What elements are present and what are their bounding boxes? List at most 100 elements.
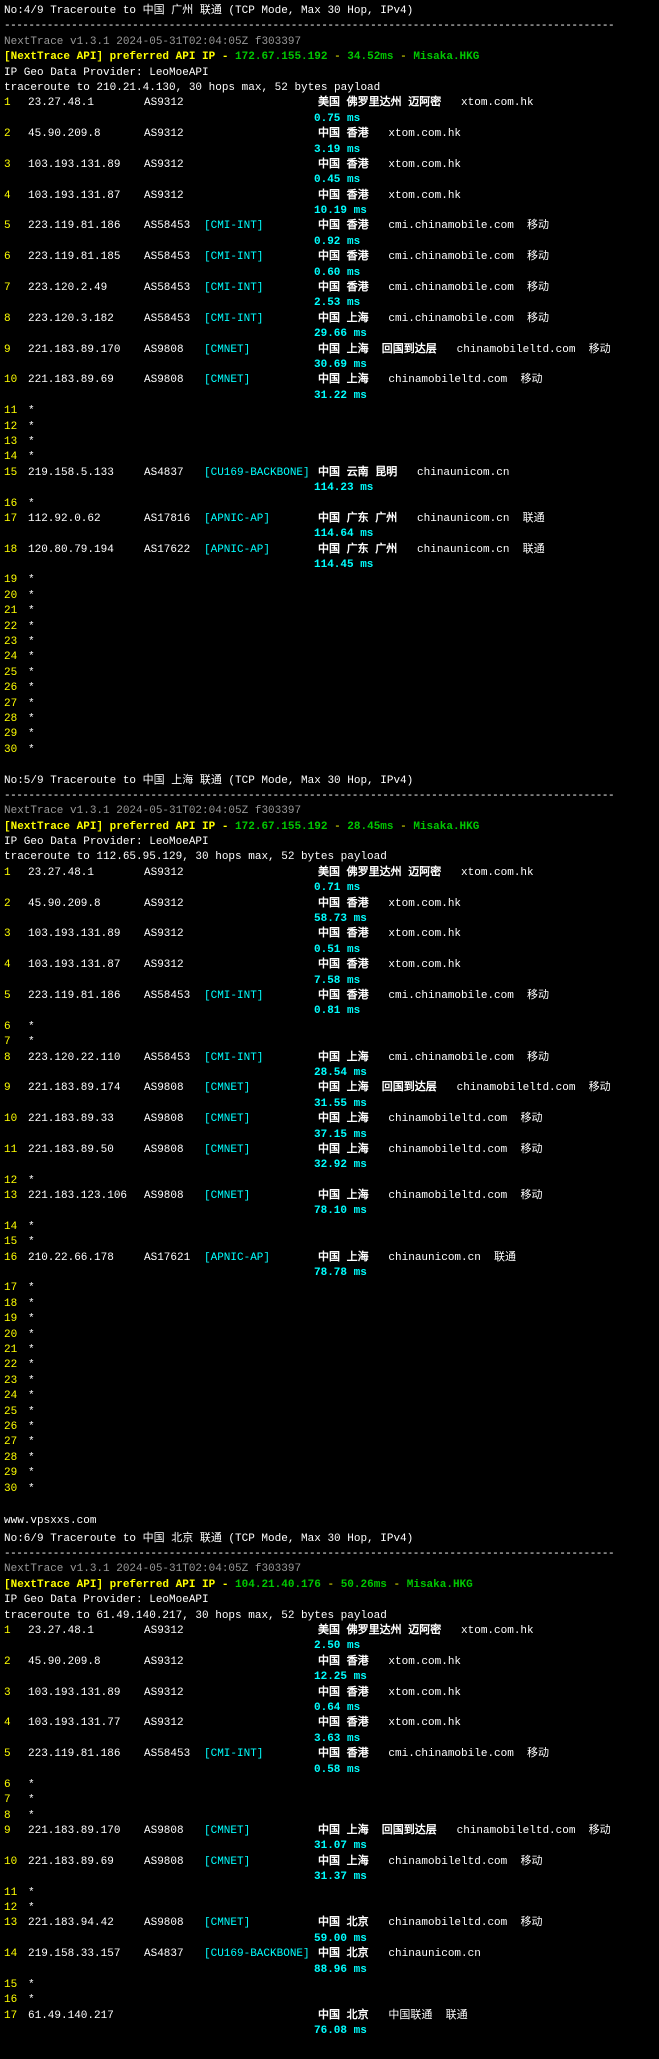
hop-row: 14219.158.33.157AS4837[CU169-BACKBONE]中国… xyxy=(4,1947,655,1962)
hop-latency: 31.37 ms xyxy=(4,1870,655,1885)
hop-latency: 0.64 ms xyxy=(4,1701,655,1716)
trace-target: traceroute to 210.21.4.130, 30 hops max,… xyxy=(4,81,655,96)
hop-row: 3103.193.131.89AS9312中国 香港 xtom.com.hk xyxy=(4,158,655,173)
hop-timeout: 28* xyxy=(4,712,655,727)
hop-timeout: 26* xyxy=(4,1420,655,1435)
hop-latency: 31.07 ms xyxy=(4,1839,655,1854)
hop-row: 8223.120.22.110AS58453[CMI-INT]中国 上海 cmi… xyxy=(4,1051,655,1066)
hop-timeout: 6* xyxy=(4,1778,655,1793)
hop-timeout: 16* xyxy=(4,497,655,512)
geo-provider: IP Geo Data Provider: LeoMoeAPI xyxy=(4,66,655,81)
hop-latency: 7.58 ms xyxy=(4,974,655,989)
api-line: [NextTrace API] preferred API IP - 172.6… xyxy=(4,50,655,65)
hop-timeout: 7* xyxy=(4,1793,655,1808)
hop-row: 5223.119.81.186AS58453[CMI-INT]中国 香港 cmi… xyxy=(4,989,655,1004)
trace-target: traceroute to 61.49.140.217, 30 hops max… xyxy=(4,1609,655,1624)
hop-row: 123.27.48.1AS9312美国 佛罗里达州 迈阿密 xtom.com.h… xyxy=(4,1624,655,1639)
hop-timeout: 27* xyxy=(4,1435,655,1450)
hop-row: 123.27.48.1AS9312美国 佛罗里达州 迈阿密 xtom.com.h… xyxy=(4,866,655,881)
hop-timeout: 12* xyxy=(4,420,655,435)
hop-timeout: 19* xyxy=(4,573,655,588)
hop-row: 8223.120.3.182AS58453[CMI-INT]中国 上海 cmi.… xyxy=(4,312,655,327)
hop-timeout: 20* xyxy=(4,1328,655,1343)
blank-line xyxy=(4,1497,655,1512)
hop-row: 10221.183.89.33AS9808[CMNET]中国 上海 chinam… xyxy=(4,1112,655,1127)
hop-row: 9221.183.89.170AS9808[CMNET]中国 上海 回国到达层 … xyxy=(4,343,655,358)
hop-latency: 30.69 ms xyxy=(4,358,655,373)
hop-row: 13221.183.94.42AS9808[CMNET]中国 北京 chinam… xyxy=(4,1916,655,1931)
hop-timeout: 30* xyxy=(4,1482,655,1497)
hop-row: 13221.183.123.106AS9808[CMNET]中国 上海 chin… xyxy=(4,1189,655,1204)
watermark-text: www.vpsxxs.com xyxy=(4,1512,655,1531)
hop-latency: 114.64 ms xyxy=(4,527,655,542)
hop-latency: 28.54 ms xyxy=(4,1066,655,1081)
hop-latency: 3.19 ms xyxy=(4,143,655,158)
hop-timeout: 20* xyxy=(4,589,655,604)
hop-latency: 2.53 ms xyxy=(4,296,655,311)
hop-timeout: 23* xyxy=(4,635,655,650)
hop-latency: 3.63 ms xyxy=(4,1732,655,1747)
hop-timeout: 29* xyxy=(4,727,655,742)
hop-row: 4103.193.131.87AS9312中国 香港 xtom.com.hk xyxy=(4,958,655,973)
hop-row: 17112.92.0.62AS17816[APNIC-AP]中国 广东 广州 c… xyxy=(4,512,655,527)
hop-timeout: 17* xyxy=(4,1281,655,1296)
hop-latency: 114.23 ms xyxy=(4,481,655,496)
hop-latency: 78.78 ms xyxy=(4,1266,655,1281)
hop-latency: 12.25 ms xyxy=(4,1670,655,1685)
hop-timeout: 11* xyxy=(4,1886,655,1901)
hop-row: 9221.183.89.170AS9808[CMNET]中国 上海 回国到达层 … xyxy=(4,1824,655,1839)
hop-timeout: 25* xyxy=(4,1405,655,1420)
hop-latency: 76.08 ms xyxy=(4,2024,655,2039)
hop-latency: 58.73 ms xyxy=(4,912,655,927)
hop-timeout: 11* xyxy=(4,404,655,419)
hop-latency: 2.50 ms xyxy=(4,1639,655,1654)
nexttrace-version: NextTrace v1.3.1 2024-05-31T02:04:05Z f3… xyxy=(4,35,655,50)
hop-timeout: 12* xyxy=(4,1901,655,1916)
hop-latency: 0.60 ms xyxy=(4,266,655,281)
hop-row: 11221.183.89.50AS9808[CMNET]中国 上海 chinam… xyxy=(4,1143,655,1158)
hop-timeout: 19* xyxy=(4,1312,655,1327)
hop-row: 245.90.209.8AS9312中国 香港 xtom.com.hk xyxy=(4,897,655,912)
hop-timeout: 27* xyxy=(4,697,655,712)
hop-latency: 37.15 ms xyxy=(4,1128,655,1143)
hop-row: 4103.193.131.87AS9312中国 香港 xtom.com.hk xyxy=(4,189,655,204)
api-line: [NextTrace API] preferred API IP - 172.6… xyxy=(4,820,655,835)
hop-latency: 0.81 ms xyxy=(4,1004,655,1019)
hop-latency: 0.75 ms xyxy=(4,112,655,127)
hop-row: 1761.49.140.217中国 北京 中国联通 联通 xyxy=(4,2009,655,2024)
hop-timeout: 26* xyxy=(4,681,655,696)
geo-provider: IP Geo Data Provider: LeoMoeAPI xyxy=(4,1593,655,1608)
hop-latency: 88.96 ms xyxy=(4,1963,655,1978)
nexttrace-version: NextTrace v1.3.1 2024-05-31T02:04:05Z f3… xyxy=(4,804,655,819)
blank-line xyxy=(4,2040,655,2055)
hop-row: 3103.193.131.89AS9312中国 香港 xtom.com.hk xyxy=(4,927,655,942)
hop-row: 9221.183.89.174AS9808[CMNET]中国 上海 回国到达层 … xyxy=(4,1081,655,1096)
hop-timeout: 14* xyxy=(4,450,655,465)
hop-timeout: 22* xyxy=(4,620,655,635)
hop-timeout: 7* xyxy=(4,1035,655,1050)
hop-row: 18120.80.79.194AS17622[APNIC-AP]中国 广东 广州… xyxy=(4,543,655,558)
blank-line xyxy=(4,758,655,773)
separator: ----------------------------------------… xyxy=(4,789,655,804)
hop-timeout: 16* xyxy=(4,1993,655,2008)
hop-row: 15219.158.5.133AS4837[CU169-BACKBONE]中国 … xyxy=(4,466,655,481)
hop-timeout: 24* xyxy=(4,1389,655,1404)
hop-timeout: 25* xyxy=(4,666,655,681)
hop-latency: 0.45 ms xyxy=(4,173,655,188)
hop-timeout: 24* xyxy=(4,650,655,665)
section-title: No:6/9 Traceroute to 中国 北京 联通 (TCP Mode,… xyxy=(4,1532,655,1547)
hop-latency: 10.19 ms xyxy=(4,204,655,219)
hop-timeout: 21* xyxy=(4,604,655,619)
trace-target: traceroute to 112.65.95.129, 30 hops max… xyxy=(4,850,655,865)
hop-timeout: 15* xyxy=(4,1978,655,1993)
hop-latency: 0.92 ms xyxy=(4,235,655,250)
hop-latency: 59.00 ms xyxy=(4,1932,655,1947)
geo-provider: IP Geo Data Provider: LeoMoeAPI xyxy=(4,835,655,850)
hop-timeout: 30* xyxy=(4,743,655,758)
hop-latency: 32.92 ms xyxy=(4,1158,655,1173)
hop-timeout: 14* xyxy=(4,1220,655,1235)
hop-latency: 31.55 ms xyxy=(4,1097,655,1112)
hop-row: 3103.193.131.89AS9312中国 香港 xtom.com.hk xyxy=(4,1686,655,1701)
hop-timeout: 6* xyxy=(4,1020,655,1035)
hop-latency: 29.66 ms xyxy=(4,327,655,342)
